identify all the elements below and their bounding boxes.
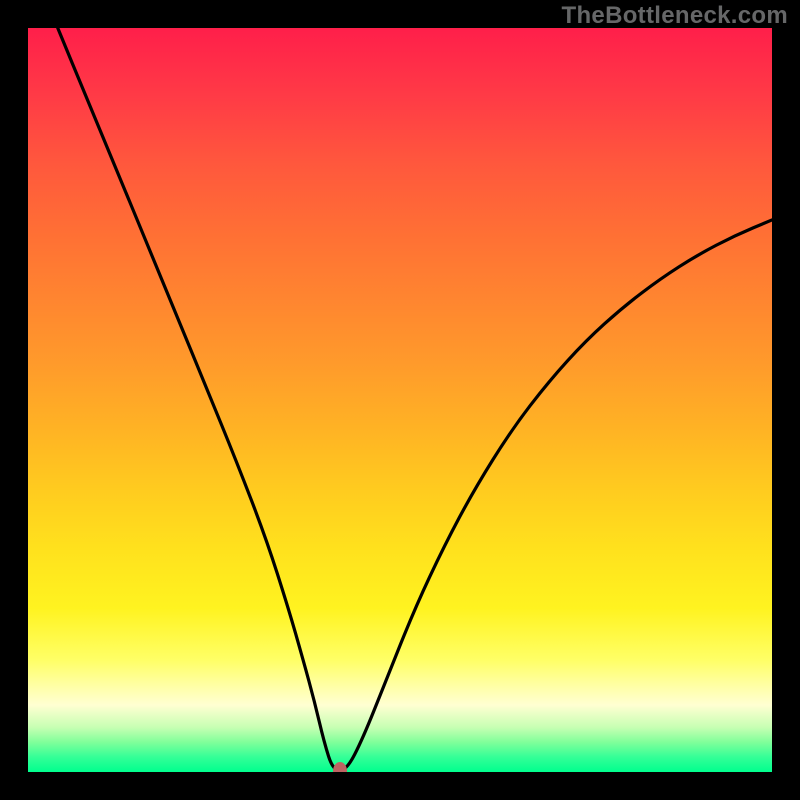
watermark-text: TheBottleneck.com (562, 2, 788, 30)
plot-area (28, 28, 772, 772)
chart-container: TheBottleneck.com (0, 0, 800, 800)
minimum-marker (333, 762, 347, 773)
bottleneck-curve (58, 28, 772, 771)
curve-svg (28, 28, 772, 772)
